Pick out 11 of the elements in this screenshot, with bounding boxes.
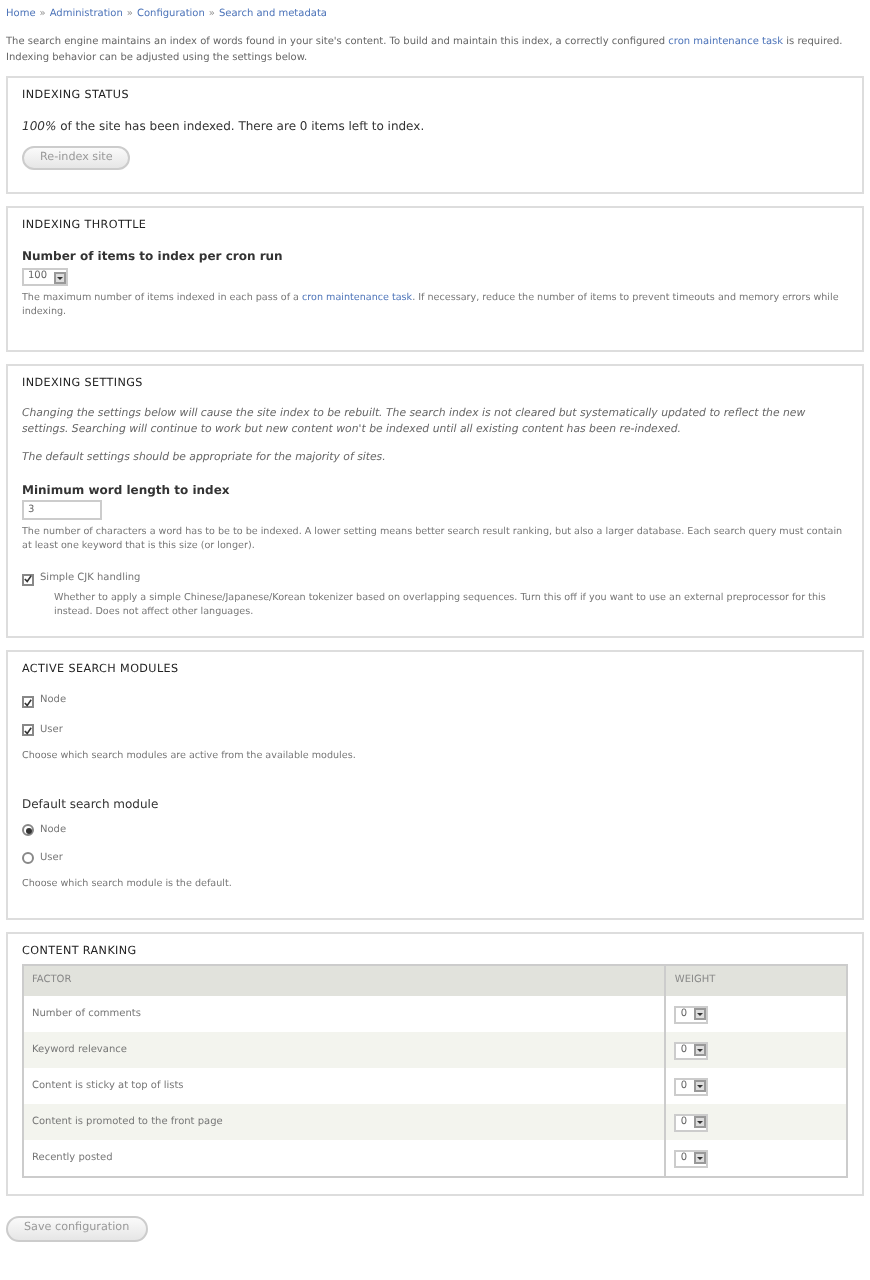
checkbox[interactable] bbox=[22, 724, 34, 737]
dropdown-arrow-icon[interactable] bbox=[53, 271, 66, 284]
dropdown-arrow-icon[interactable] bbox=[693, 1152, 706, 1165]
dropdown-arrow-icon[interactable] bbox=[693, 1080, 706, 1093]
dropdown-arrow-icon[interactable] bbox=[693, 1116, 706, 1129]
radio-button[interactable] bbox=[22, 852, 34, 865]
checkbox[interactable] bbox=[22, 573, 34, 586]
dropdown-arrow-icon[interactable] bbox=[693, 1044, 706, 1057]
checkbox[interactable] bbox=[22, 696, 34, 709]
radio-button[interactable] bbox=[22, 824, 34, 837]
dropdown-arrow-icon[interactable] bbox=[693, 1008, 706, 1021]
